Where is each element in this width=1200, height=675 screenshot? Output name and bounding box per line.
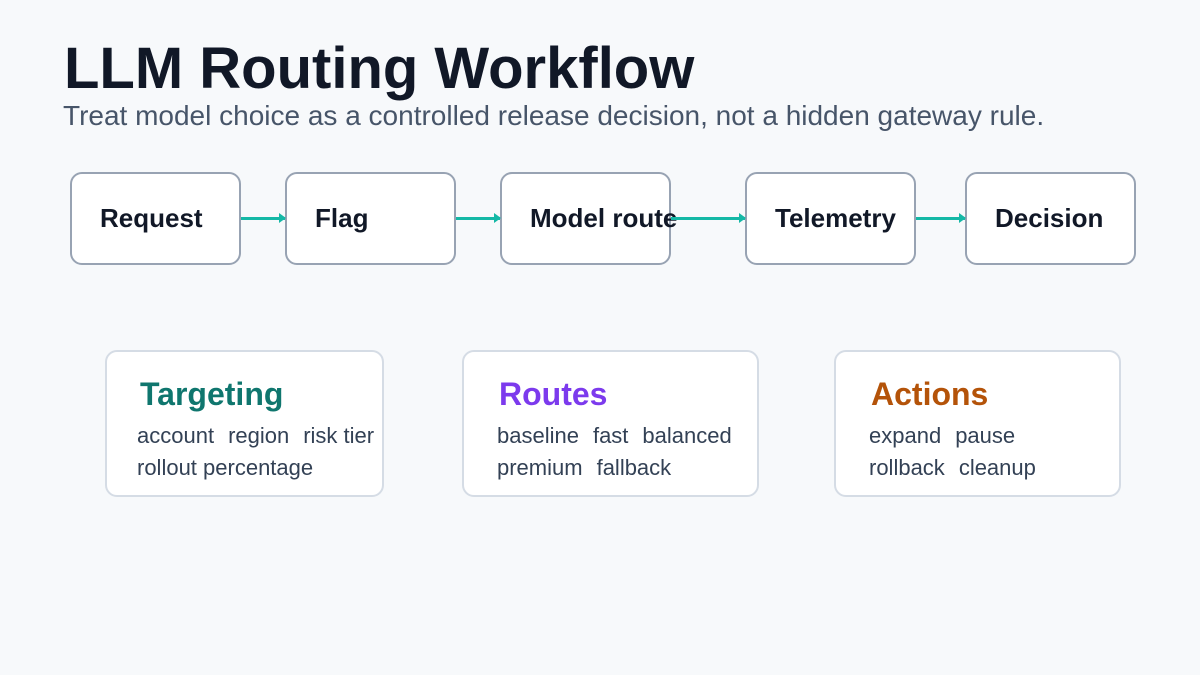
- actions-item-pause: pause: [955, 423, 1016, 448]
- actions-line-1: expand pause: [869, 420, 1036, 452]
- routes-item-fast: fast: [592, 423, 629, 448]
- page-title: LLM Routing Workflow: [64, 36, 695, 101]
- routes-item-baseline: baseline: [497, 423, 579, 448]
- targeting-item-region: region: [228, 423, 290, 448]
- arrow-telemetry-to-decision: [916, 213, 966, 223]
- targeting-item-risk-tier: risk tier: [303, 423, 375, 448]
- step-decision-label: Decision: [995, 203, 1104, 233]
- arrow-flag-to-model-route: [456, 213, 501, 223]
- step-flag: Flag: [285, 172, 456, 265]
- targeting-item-rollout-percentage: rollout percentage: [137, 455, 314, 480]
- targeting-item-account: account: [137, 423, 215, 448]
- arrow-request-to-flag: [241, 213, 286, 223]
- routes-item-premium: premium: [497, 455, 583, 480]
- step-model-route-label: Model route: [530, 203, 678, 233]
- arrowhead-icon: [279, 213, 286, 223]
- routes-line-2: premium fallback: [497, 452, 732, 484]
- actions-item-rollback: rollback: [869, 455, 945, 480]
- step-decision: Decision: [965, 172, 1136, 265]
- routes-card: Routes baseline fast balanced premium fa…: [462, 350, 759, 497]
- routes-card-items: baseline fast balanced premium fallback: [497, 420, 732, 484]
- page-subtitle: Treat model choice as a controlled relea…: [63, 100, 1045, 131]
- targeting-card: Targeting account region risk tier rollo…: [105, 350, 384, 497]
- actions-item-cleanup: cleanup: [958, 455, 1036, 480]
- arrow-model-route-to-telemetry: [671, 213, 746, 223]
- actions-card-items: expand pause rollback cleanup: [869, 420, 1036, 484]
- step-telemetry: Telemetry: [745, 172, 916, 265]
- step-flag-label: Flag: [315, 203, 369, 233]
- targeting-card-title: Targeting: [140, 376, 284, 412]
- arrowhead-icon: [739, 213, 746, 223]
- step-telemetry-label: Telemetry: [775, 203, 896, 233]
- actions-item-expand: expand: [869, 423, 942, 448]
- step-model-route: Model route: [500, 172, 677, 265]
- actions-line-2: rollback cleanup: [869, 452, 1036, 484]
- targeting-line-2: rollout percentage: [137, 452, 374, 484]
- actions-card: Actions expand pause rollback cleanup: [834, 350, 1121, 497]
- targeting-card-items: account region risk tier rollout percent…: [137, 420, 374, 484]
- routes-item-balanced: balanced: [642, 423, 732, 448]
- actions-card-title: Actions: [871, 376, 989, 412]
- targeting-line-1: account region risk tier: [137, 420, 374, 452]
- step-request: Request: [70, 172, 241, 265]
- routes-line-1: baseline fast balanced: [497, 420, 732, 452]
- routes-card-title: Routes: [499, 376, 608, 412]
- step-request-label: Request: [100, 203, 203, 233]
- routes-item-fallback: fallback: [596, 455, 672, 480]
- arrowhead-icon: [959, 213, 966, 223]
- arrowhead-icon: [494, 213, 501, 223]
